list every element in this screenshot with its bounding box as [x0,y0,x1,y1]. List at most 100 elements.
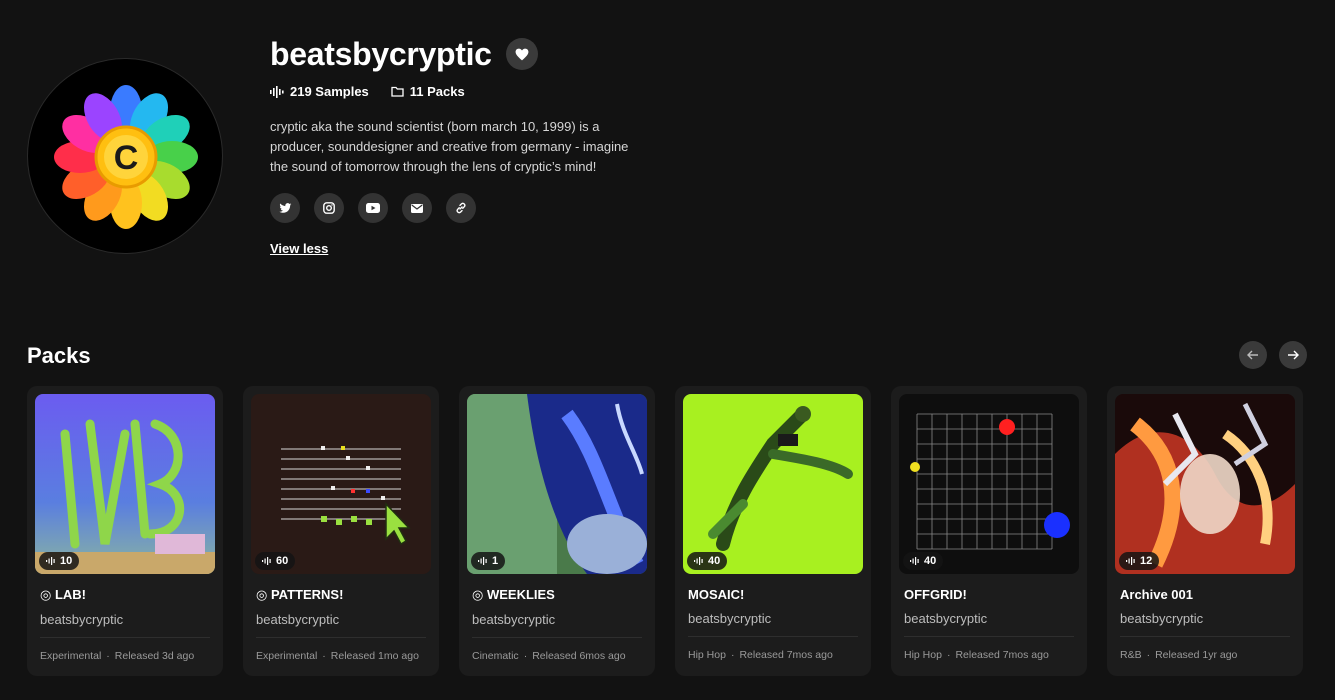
packs-stat: 11 Packs [391,84,465,99]
sample-count-badge: 40 [687,552,728,570]
pack-cover: 40 [683,394,863,574]
instagram-link[interactable] [314,193,344,223]
pack-artist[interactable]: beatsbycryptic [472,612,647,627]
pack-genre: Cinematic [472,650,519,662]
pack-released: Released 7mos ago [955,649,1049,661]
artist-avatar: C [27,58,223,254]
youtube-link[interactable] [358,193,388,223]
packs-count: 11 Packs [409,84,465,99]
waveform-icon [262,557,271,565]
mail-icon [411,203,423,213]
divider [1120,636,1290,637]
waveform-icon [46,557,55,565]
pack-genre: R&B [1120,649,1142,661]
sample-count: 40 [924,555,937,567]
sample-count-badge: 60 [255,552,296,570]
pack-cover: 1 [467,394,647,574]
pack-artist[interactable]: beatsbycryptic [904,611,1079,626]
pack-genre: Hip Hop [688,649,726,661]
sample-count: 12 [1140,555,1153,567]
sample-count-badge: 10 [39,552,80,570]
waveform-icon [270,85,284,98]
youtube-icon [366,203,380,213]
heart-icon [515,48,529,60]
pack-genre: Hip Hop [904,649,942,661]
artist-bio: cryptic aka the sound scientist (born ma… [270,119,629,174]
pack-title[interactable]: ◎ PATTERNS! [256,587,431,603]
sample-count: 40 [708,555,721,567]
arrow-right-icon [1288,350,1299,360]
website-link[interactable] [446,193,476,223]
twitter-link[interactable] [270,193,300,223]
svg-text:C: C [114,139,139,177]
waveform-icon [478,557,487,565]
pack-cover: 10 [35,394,215,574]
pack-title[interactable]: OFFGRID! [904,587,1079,602]
folder-icon [391,86,404,97]
sample-count: 10 [60,555,73,567]
pack-released: Released 3d ago [114,650,195,662]
weeklies-artwork-icon [467,394,647,574]
link-icon [456,202,466,214]
pack-meta: Experimental · Released 3d ago [40,650,210,662]
separator-dot: · [523,650,528,662]
profile-info: beatsbycryptic 219 Samples 11 Packs cryp… [270,36,690,258]
waveform-icon [694,557,703,565]
sample-count: 1 [492,555,499,567]
favorite-button[interactable] [505,38,538,70]
pack-artist[interactable]: beatsbycryptic [256,612,431,627]
pack-cover: 60 [251,394,431,574]
pack-artist[interactable]: beatsbycryptic [688,611,863,626]
waveform-icon [910,557,919,565]
pack-card[interactable]: 60 ◎ PATTERNS! beatsbycryptic Experiment… [243,386,439,676]
pack-card[interactable]: 40 OFFGRID! beatsbycryptic Hip Hop · Rel… [891,386,1087,676]
arrow-left-icon [1247,350,1258,360]
pack-artist[interactable]: beatsbycryptic [40,612,215,627]
pack-released: Released 1yr ago [1155,649,1238,661]
pack-genre: Experimental [256,650,318,662]
archive-artwork-icon [1115,394,1295,574]
divider [256,637,426,638]
separator-dot: · [730,649,735,661]
instagram-icon [323,202,335,214]
divider [472,637,642,638]
pack-card[interactable]: 1 ◎ WEEKLIES beatsbycryptic Cinematic · … [459,386,655,676]
pack-title[interactable]: ◎ LAB! [40,587,215,603]
pack-title[interactable]: Archive 001 [1120,587,1295,602]
divider [904,636,1074,637]
sample-count-badge: 40 [903,552,944,570]
pack-meta: Hip Hop · Released 7mos ago [688,649,858,661]
pack-title[interactable]: ◎ WEEKLIES [472,587,647,603]
pack-released: Released 1mo ago [330,650,419,662]
separator-dot: · [106,650,110,662]
pack-card[interactable]: 40 MOSAIC! beatsbycryptic Hip Hop · Rele… [675,386,871,676]
carousel-prev-button[interactable] [1239,341,1267,369]
flower-logo-icon: C [54,85,198,229]
lab-artwork-icon [35,394,215,574]
pack-artist[interactable]: beatsbycryptic [1120,611,1295,626]
view-less-link[interactable]: View less [270,241,328,256]
pack-meta: Hip Hop · Released 7mos ago [904,649,1074,661]
pack-meta: Experimental · Released 1mo ago [256,650,426,662]
sample-count-badge: 12 [1119,552,1160,570]
divider [688,636,858,637]
pack-card[interactable]: 10 ◎ LAB! beatsbycryptic Experimental · … [27,386,223,676]
mosaic-artwork-icon [683,394,863,574]
pack-cover: 12 [1115,394,1295,574]
social-links [270,193,690,223]
pack-released: Released 7mos ago [739,649,833,661]
pack-genre: Experimental [40,650,102,662]
separator-dot: · [946,649,951,661]
patterns-artwork-icon [251,394,431,574]
separator-dot: · [322,650,326,662]
offgrid-artwork-icon [899,394,1079,574]
pack-meta: Cinematic · Released 6mos ago [472,650,642,662]
email-link[interactable] [402,193,432,223]
pack-card[interactable]: 12 Archive 001 beatsbycryptic R&B · Rele… [1107,386,1303,676]
packs-section-title: Packs [27,343,91,368]
carousel-next-button[interactable] [1279,341,1307,369]
pack-cover: 40 [899,394,1079,574]
pack-title[interactable]: MOSAIC! [688,587,863,602]
samples-count: 219 Samples [290,84,369,99]
sample-count: 60 [276,555,289,567]
